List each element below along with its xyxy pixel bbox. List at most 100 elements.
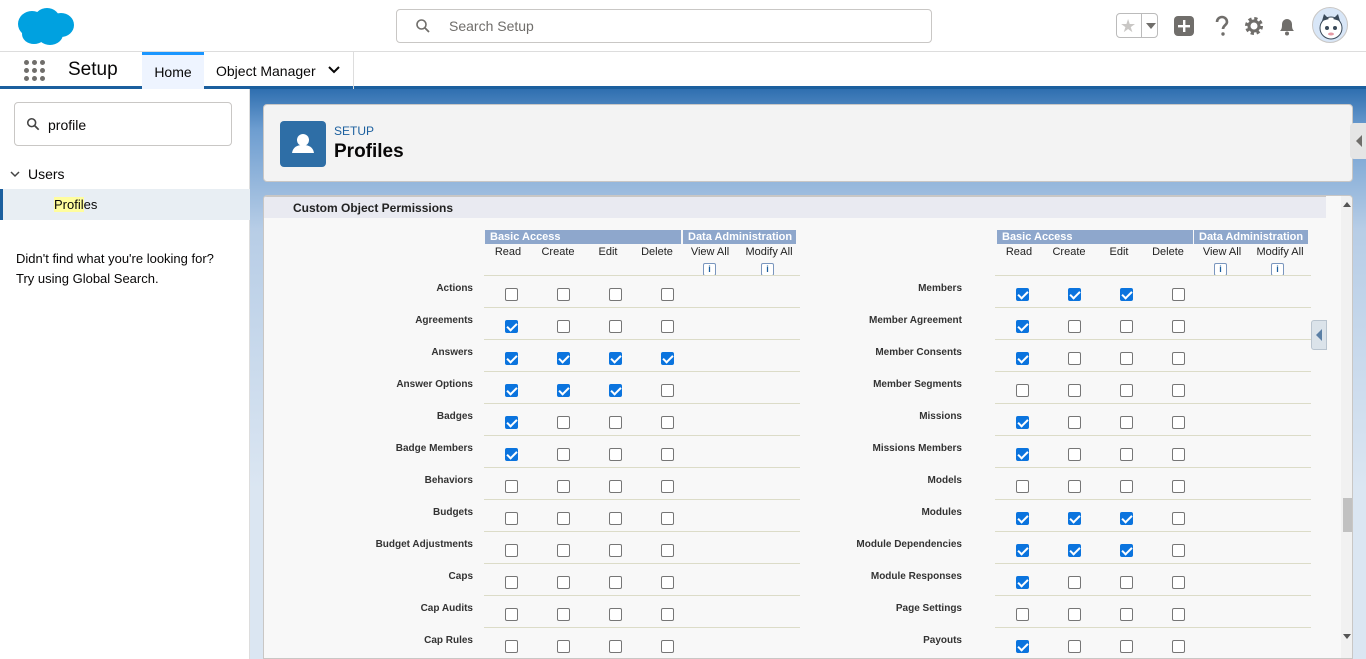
permission-checkbox[interactable] (505, 608, 518, 621)
permission-checkbox[interactable] (505, 448, 518, 461)
favorites-button[interactable]: ★ (1116, 13, 1158, 38)
permission-checkbox[interactable] (661, 608, 674, 621)
permission-checkbox[interactable] (1068, 320, 1081, 333)
permission-checkbox[interactable] (1120, 320, 1133, 333)
permission-checkbox[interactable] (557, 640, 570, 653)
permission-checkbox[interactable] (557, 352, 570, 365)
tree-item-profiles[interactable]: Profiles (0, 189, 250, 220)
permission-checkbox[interactable] (1120, 576, 1133, 589)
permission-checkbox[interactable] (557, 288, 570, 301)
permission-checkbox[interactable] (1016, 288, 1029, 301)
scroll-down-arrow[interactable] (1343, 634, 1351, 639)
permission-checkbox[interactable] (505, 384, 518, 397)
permission-checkbox[interactable] (1172, 576, 1185, 589)
permission-checkbox[interactable] (505, 480, 518, 493)
permission-checkbox[interactable] (1172, 608, 1185, 621)
permission-checkbox[interactable] (1016, 320, 1029, 333)
tab-home[interactable]: Home (142, 52, 204, 89)
favorites-dropdown-icon[interactable] (1141, 14, 1158, 37)
permission-checkbox[interactable] (1172, 512, 1185, 525)
permission-checkbox[interactable] (1172, 640, 1185, 653)
permission-checkbox[interactable] (1016, 544, 1029, 557)
permission-checkbox[interactable] (661, 640, 674, 653)
permission-checkbox[interactable] (505, 352, 518, 365)
permission-checkbox[interactable] (1068, 512, 1081, 525)
permission-checkbox[interactable] (1120, 512, 1133, 525)
permission-checkbox[interactable] (1068, 576, 1081, 589)
permission-checkbox[interactable] (1172, 320, 1185, 333)
permission-checkbox[interactable] (505, 576, 518, 589)
permission-checkbox[interactable] (661, 320, 674, 333)
permission-checkbox[interactable] (1120, 640, 1133, 653)
permission-checkbox[interactable] (661, 384, 674, 397)
scroll-up-arrow[interactable] (1343, 202, 1351, 207)
permission-checkbox[interactable] (557, 384, 570, 397)
permission-checkbox[interactable] (1120, 384, 1133, 397)
permission-checkbox[interactable] (1016, 416, 1029, 429)
permission-checkbox[interactable] (609, 352, 622, 365)
permission-checkbox[interactable] (1068, 288, 1081, 301)
permission-checkbox[interactable] (661, 288, 674, 301)
permission-checkbox[interactable] (1120, 544, 1133, 557)
permission-checkbox[interactable] (1068, 640, 1081, 653)
permission-checkbox[interactable] (609, 608, 622, 621)
vertical-scrollbar[interactable] (1341, 196, 1352, 658)
permission-checkbox[interactable] (609, 384, 622, 397)
permission-checkbox[interactable] (661, 576, 674, 589)
permission-checkbox[interactable] (609, 544, 622, 557)
permission-checkbox[interactable] (1016, 576, 1029, 589)
add-icon[interactable] (1172, 14, 1196, 38)
permission-checkbox[interactable] (1068, 352, 1081, 365)
permission-checkbox[interactable] (1120, 448, 1133, 461)
tree-item-users[interactable]: Users (10, 166, 65, 182)
permission-checkbox[interactable] (505, 512, 518, 525)
permission-checkbox[interactable] (1120, 288, 1133, 301)
permission-checkbox[interactable] (1068, 544, 1081, 557)
tab-object-manager[interactable]: Object Manager (204, 52, 354, 89)
permission-checkbox[interactable] (661, 352, 674, 365)
permission-checkbox[interactable] (1016, 608, 1029, 621)
permission-checkbox[interactable] (609, 576, 622, 589)
permission-checkbox[interactable] (1016, 640, 1029, 653)
permission-checkbox[interactable] (1172, 544, 1185, 557)
bell-icon[interactable] (1275, 14, 1299, 38)
permission-checkbox[interactable] (557, 544, 570, 557)
permission-checkbox[interactable] (1172, 416, 1185, 429)
permission-checkbox[interactable] (505, 544, 518, 557)
help-icon[interactable] (1210, 14, 1234, 38)
permission-checkbox[interactable] (557, 608, 570, 621)
app-launcher-icon[interactable] (24, 60, 46, 82)
gear-icon[interactable] (1242, 14, 1266, 38)
permission-checkbox[interactable] (1172, 480, 1185, 493)
permission-checkbox[interactable] (609, 448, 622, 461)
permission-checkbox[interactable] (1172, 352, 1185, 365)
permission-checkbox[interactable] (1016, 448, 1029, 461)
chevron-down-icon[interactable] (328, 64, 340, 76)
permission-checkbox[interactable] (1068, 416, 1081, 429)
permission-checkbox[interactable] (1172, 448, 1185, 461)
scroll-thumb[interactable] (1343, 498, 1352, 532)
chevron-down-icon[interactable] (10, 169, 20, 179)
permission-checkbox[interactable] (557, 512, 570, 525)
global-search-input[interactable]: Search Setup (396, 9, 932, 43)
permission-checkbox[interactable] (557, 320, 570, 333)
permission-checkbox[interactable] (609, 480, 622, 493)
permission-checkbox[interactable] (1016, 384, 1029, 397)
permission-checkbox[interactable] (1068, 608, 1081, 621)
side-panel-toggle[interactable] (1311, 320, 1327, 350)
permission-checkbox[interactable] (661, 544, 674, 557)
quick-find-input[interactable]: profile (14, 102, 232, 146)
permission-checkbox[interactable] (1172, 384, 1185, 397)
permission-checkbox[interactable] (505, 320, 518, 333)
permission-checkbox[interactable] (1016, 512, 1029, 525)
permission-checkbox[interactable] (609, 640, 622, 653)
permission-checkbox[interactable] (609, 416, 622, 429)
permission-checkbox[interactable] (1016, 352, 1029, 365)
permission-checkbox[interactable] (505, 640, 518, 653)
permission-checkbox[interactable] (557, 416, 570, 429)
permission-checkbox[interactable] (557, 448, 570, 461)
permission-checkbox[interactable] (557, 576, 570, 589)
permission-checkbox[interactable] (557, 480, 570, 493)
permission-checkbox[interactable] (1120, 480, 1133, 493)
permission-checkbox[interactable] (1016, 480, 1029, 493)
